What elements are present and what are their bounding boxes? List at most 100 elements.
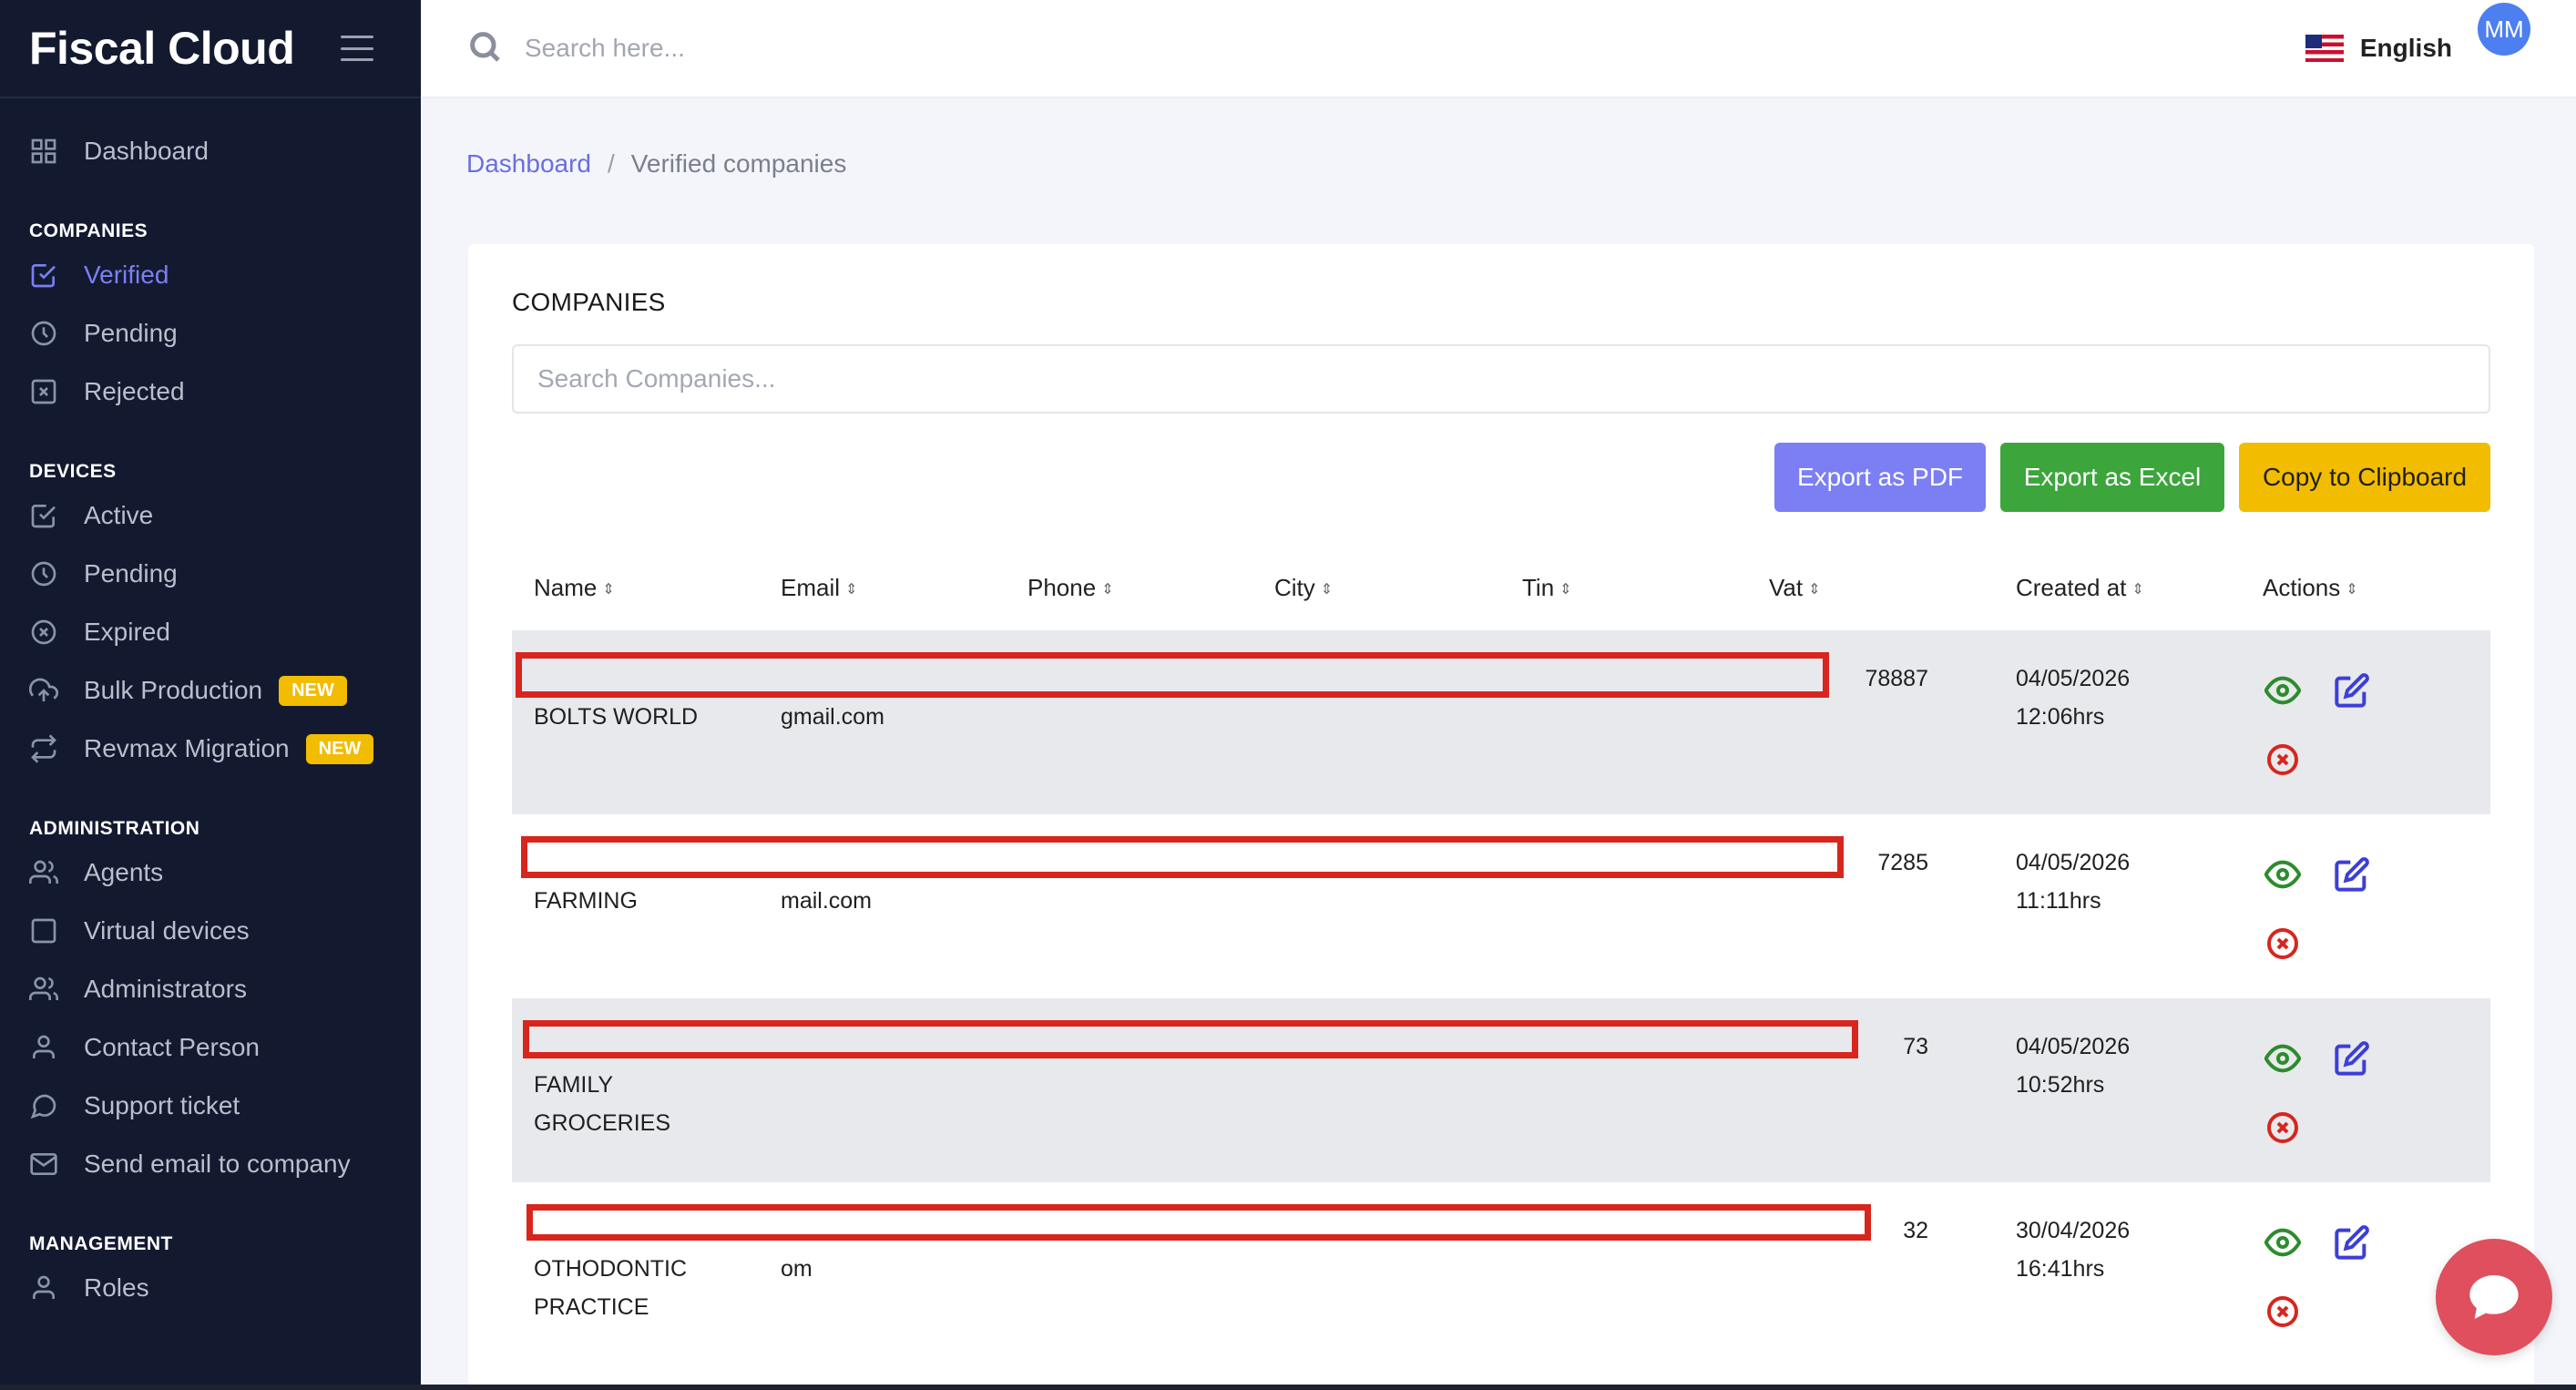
redaction-box xyxy=(516,652,1829,698)
language-selector[interactable]: English xyxy=(2360,34,2452,63)
reject-x-circle-icon[interactable] xyxy=(2263,1292,2303,1332)
edit-icon[interactable] xyxy=(2332,1222,2372,1262)
clock-icon xyxy=(29,319,58,348)
cell-actions xyxy=(2241,814,2490,998)
new-badge: NEW xyxy=(305,733,374,764)
column-header-name[interactable]: Name ⇕ xyxy=(512,545,759,630)
sidebar-item-pending-devices[interactable]: Pending xyxy=(0,545,421,603)
sidebar-item-label: Expired xyxy=(84,618,170,646)
cell-created-at: 30/04/2026 16:41hrs xyxy=(1994,1182,2241,1366)
section-management: MANAGEMENT xyxy=(29,1233,173,1254)
edit-icon[interactable] xyxy=(2332,854,2372,894)
sidebar-item-verified[interactable]: Verified xyxy=(0,246,421,304)
section-administration: ADMINISTRATION xyxy=(29,818,200,839)
window-bottom-edge xyxy=(0,1385,2576,1390)
sidebar-item-label: Agents xyxy=(84,858,164,886)
sidebar: Fiscal Cloud Dashboard COMPANIES Verifie… xyxy=(0,0,421,1390)
avatar[interactable]: MM xyxy=(2478,3,2530,56)
grid-icon xyxy=(29,137,58,166)
sidebar-item-support-ticket[interactable]: Support ticket xyxy=(0,1077,421,1135)
sidebar-item-virtual-devices[interactable]: Virtual devices xyxy=(0,902,421,960)
column-header-tin[interactable]: Tin ⇕ xyxy=(1500,545,1747,630)
created-time: 11:11hrs xyxy=(2016,888,2101,914)
sidebar-item-agents[interactable]: Agents xyxy=(0,843,421,902)
global-search-input[interactable] xyxy=(525,34,1162,63)
check-square-icon xyxy=(29,501,58,530)
redaction-box xyxy=(523,1020,1858,1058)
export-excel-button[interactable]: Export as Excel xyxy=(2000,443,2224,512)
cell-created-at: 04/05/2026 11:11hrs xyxy=(1994,814,2241,998)
breadcrumb-dashboard-link[interactable]: Dashboard xyxy=(466,149,591,179)
sidebar-item-send-email[interactable]: Send email to company xyxy=(0,1135,421,1193)
company-name-line: BOLTS WORLD xyxy=(534,704,699,730)
company-name-line: FAMILY xyxy=(534,1072,614,1098)
table-header-row: Name ⇕ Email ⇕ Phone ⇕ City ⇕ Tin ⇕ Vat ⇕ Crea… xyxy=(512,545,2490,630)
menu-toggle-icon[interactable] xyxy=(341,36,373,61)
redaction-box xyxy=(521,836,1844,878)
reject-x-circle-icon[interactable] xyxy=(2263,740,2303,780)
sidebar-item-contact-person[interactable]: Contact Person xyxy=(0,1018,421,1077)
chat-bubble-icon xyxy=(2469,1275,2519,1319)
sidebar-item-administrators[interactable]: Administrators xyxy=(0,960,421,1018)
topbar: English MM xyxy=(421,0,2576,98)
message-circle-icon xyxy=(29,1091,58,1120)
sidebar-item-label: Verified xyxy=(84,261,169,289)
view-eye-icon[interactable] xyxy=(2263,1222,2303,1262)
sidebar-header: Fiscal Cloud xyxy=(0,0,421,98)
sort-icon: ⇕ xyxy=(2346,581,2358,598)
redaction-box xyxy=(526,1204,1871,1241)
view-eye-icon[interactable] xyxy=(2263,670,2303,710)
edit-icon[interactable] xyxy=(2332,670,2372,710)
sort-icon: ⇕ xyxy=(1808,581,1821,598)
column-header-city[interactable]: City ⇕ xyxy=(1252,545,1500,630)
sidebar-item-roles[interactable]: Roles xyxy=(0,1259,421,1317)
companies-search-input[interactable] xyxy=(512,344,2490,414)
sort-icon: ⇕ xyxy=(2131,581,2144,598)
reject-x-circle-icon[interactable] xyxy=(2263,1108,2303,1148)
view-eye-icon[interactable] xyxy=(2263,854,2303,894)
column-header-email[interactable]: Email ⇕ xyxy=(759,545,1006,630)
cell-created-at: 04/05/2026 10:52hrs xyxy=(1994,998,2241,1182)
sidebar-item-label: Support ticket xyxy=(84,1091,240,1119)
sidebar-item-revmax-migration[interactable]: Revmax Migration NEW xyxy=(0,720,421,778)
company-name-line: GROCERIES xyxy=(534,1110,671,1136)
section-companies: COMPANIES xyxy=(29,220,148,241)
sidebar-item-bulk-production[interactable]: Bulk Production NEW xyxy=(0,661,421,720)
section-devices: DEVICES xyxy=(29,461,117,482)
column-header-phone[interactable]: Phone ⇕ xyxy=(1006,545,1252,630)
copy-clipboard-button[interactable]: Copy to Clipboard xyxy=(2239,443,2490,512)
sidebar-item-pending-companies[interactable]: Pending xyxy=(0,304,421,363)
column-header-vat[interactable]: Vat ⇕ xyxy=(1747,545,1994,630)
column-header-actions[interactable]: Actions ⇕ xyxy=(2241,545,2490,630)
x-square-icon xyxy=(29,377,58,406)
edit-icon[interactable] xyxy=(2332,1038,2372,1078)
sidebar-item-active[interactable]: Active xyxy=(0,486,421,545)
company-name-line: PRACTICE xyxy=(534,1294,649,1320)
sidebar-item-label: Administrators xyxy=(84,975,247,1003)
breadcrumb: Dashboard / Verified companies xyxy=(466,149,846,179)
reject-x-circle-icon[interactable] xyxy=(2263,924,2303,964)
users-icon xyxy=(29,975,58,1004)
sidebar-item-label: Roles xyxy=(84,1273,149,1302)
company-name-line: FARMING xyxy=(534,888,638,914)
sidebar-item-expired[interactable]: Expired xyxy=(0,603,421,661)
sidebar-item-rejected[interactable]: Rejected xyxy=(0,363,421,421)
users-icon xyxy=(29,858,58,887)
new-badge: NEW xyxy=(279,675,347,706)
cell-actions xyxy=(2241,630,2490,814)
column-header-created-at[interactable]: Created at ⇕ xyxy=(1994,545,2241,630)
square-icon xyxy=(29,916,58,945)
sidebar-item-dashboard[interactable]: Dashboard xyxy=(0,122,421,180)
search-icon[interactable] xyxy=(466,28,503,69)
export-pdf-button[interactable]: Export as PDF xyxy=(1774,443,1986,512)
mail-icon xyxy=(29,1150,58,1179)
created-time: 16:41hrs xyxy=(2016,1256,2105,1282)
sidebar-item-label: Send email to company xyxy=(84,1150,351,1178)
view-eye-icon[interactable] xyxy=(2263,1038,2303,1078)
sidebar-item-label: Rejected xyxy=(84,377,185,405)
cell-actions xyxy=(2241,998,2490,1182)
user-icon xyxy=(29,1273,58,1303)
brand-logo[interactable]: Fiscal Cloud xyxy=(29,22,295,75)
chat-button[interactable] xyxy=(2436,1239,2552,1355)
us-flag-icon[interactable] xyxy=(2305,35,2344,62)
